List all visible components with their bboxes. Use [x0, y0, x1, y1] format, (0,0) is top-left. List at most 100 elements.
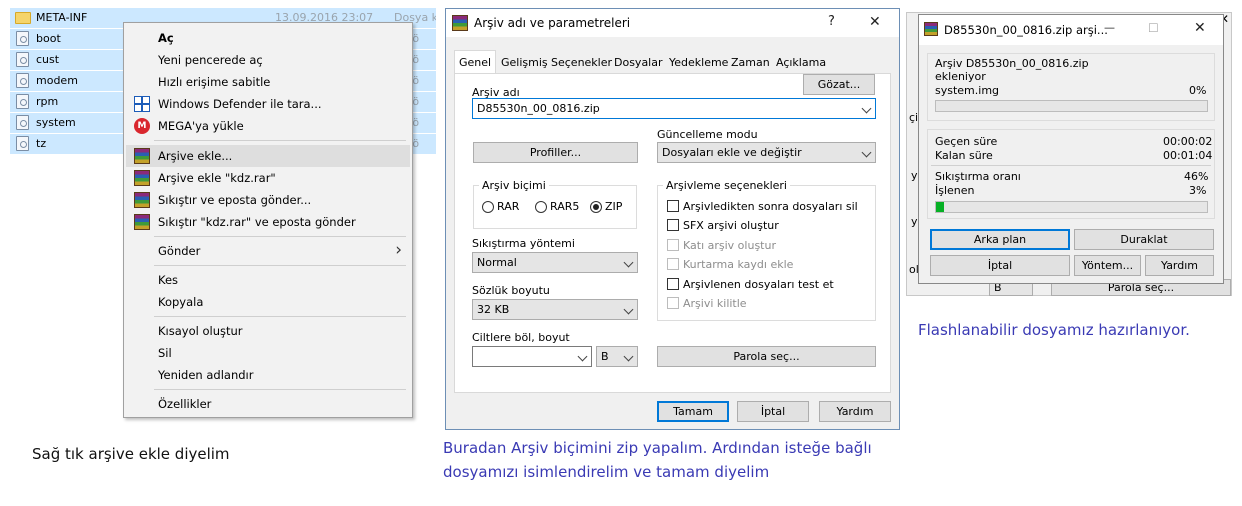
menu-item-label: MEGA'ya yükle: [158, 119, 244, 133]
menu-item-open[interactable]: Aç: [126, 27, 410, 49]
file-name: tz: [36, 137, 47, 150]
menu-item-send-to[interactable]: Gönder ›: [126, 240, 410, 262]
divider: [931, 165, 1211, 166]
menu-item-properties[interactable]: Özellikler: [126, 393, 410, 415]
menu-item-compress-and-email[interactable]: Sıkıştır ve eposta gönder...: [126, 189, 410, 211]
minimize-icon[interactable]: —: [1104, 21, 1115, 34]
option-label: Arşivledikten sonra dosyaları sil: [683, 200, 858, 213]
sfx-checkbox[interactable]: [667, 219, 679, 231]
menu-item-defender-scan[interactable]: Windows Defender ile tara...: [126, 93, 410, 115]
processed-label: İşlenen: [935, 184, 975, 197]
cancel-button[interactable]: İptal: [737, 401, 809, 422]
cancel-button[interactable]: İptal: [930, 255, 1070, 276]
disk-image-icon: [16, 115, 29, 130]
tab-options[interactable]: Seçenekler: [547, 53, 616, 73]
method-label: Sıkıştırma yöntemi: [472, 237, 575, 250]
delete-after-checkbox[interactable]: [667, 200, 679, 212]
chevron-down-icon: [623, 257, 634, 268]
split-size-input[interactable]: [472, 346, 592, 367]
tab-backup[interactable]: Yedekleme: [665, 53, 732, 73]
winrar-icon: [452, 15, 468, 31]
file-name: META-INF: [36, 11, 88, 24]
menu-item-rename[interactable]: Yeniden adlandır: [126, 364, 410, 386]
mode-button[interactable]: Yöntem...: [1074, 255, 1141, 276]
format-rar-label: RAR: [497, 200, 520, 213]
winrar-icon: [134, 170, 150, 186]
background-button[interactable]: Arka plan: [930, 229, 1070, 250]
tab-files[interactable]: Dosyalar: [610, 53, 667, 73]
archive-dialog: Arşiv adı ve parametreleri ? ✕ Genel Gel…: [445, 8, 900, 430]
file-name: rpm: [36, 95, 59, 108]
file-percent: 0%: [1189, 84, 1207, 97]
test-files-checkbox[interactable]: [667, 278, 679, 290]
chevron-down-icon: [861, 103, 872, 114]
menu-item-label: Kısayol oluştur: [158, 324, 243, 338]
profiles-button[interactable]: Profiller...: [473, 142, 638, 163]
recovery-record-checkbox: [667, 258, 679, 270]
close-icon[interactable]: ✕: [869, 14, 881, 30]
disk-image-icon: [16, 136, 29, 151]
pause-button[interactable]: Duraklat: [1074, 229, 1214, 250]
browse-button[interactable]: Gözat...: [803, 74, 875, 95]
tab-time[interactable]: Zaman: [727, 53, 774, 73]
file-name: boot: [36, 32, 61, 45]
menu-item-label: Aç: [158, 31, 174, 45]
disk-image-icon: [16, 52, 29, 67]
archive-name-input[interactable]: D85530n_00_0816.zip: [472, 98, 876, 119]
menu-item-add-to-archive[interactable]: Arşive ekle...: [126, 145, 410, 167]
help-dialog-button[interactable]: Yardım: [819, 401, 891, 422]
elapsed-label: Geçen süre: [935, 135, 998, 148]
maximize-icon[interactable]: ☐: [1148, 21, 1159, 35]
dictionary-label: Sözlük boyutu: [472, 284, 550, 297]
menu-item-pin-quick-access[interactable]: Hızlı erişime sabitle: [126, 71, 410, 93]
format-rar5-radio[interactable]: [535, 201, 547, 213]
menu-item-copy[interactable]: Kopyala: [126, 291, 410, 313]
dictionary-value: 32 KB: [477, 303, 510, 316]
winrar-icon: [924, 22, 938, 36]
menu-item-create-shortcut[interactable]: Kısayol oluştur: [126, 320, 410, 342]
format-rar-radio[interactable]: [482, 201, 494, 213]
close-icon[interactable]: ✕: [1194, 20, 1206, 36]
menu-item-delete[interactable]: Sil: [126, 342, 410, 364]
file-name: system: [36, 116, 76, 129]
set-password-button[interactable]: Parola seç...: [657, 346, 876, 367]
menu-item-mega-upload[interactable]: M MEGA'ya yükle: [126, 115, 410, 137]
menu-item-label: Arşive ekle "kdz.rar": [158, 171, 276, 185]
menu-item-label: Kopyala: [158, 295, 204, 309]
chevron-down-icon: [623, 351, 634, 362]
total-progress-fill: [936, 202, 945, 212]
file-progress-bar: [935, 100, 1208, 112]
tab-comment[interactable]: Açıklama: [772, 53, 830, 73]
menu-item-cut[interactable]: Kes: [126, 269, 410, 291]
split-unit-select[interactable]: B: [596, 346, 638, 367]
menu-item-label: Kes: [158, 273, 179, 287]
caption-right: Flashlanabilir dosyamız hazırlanıyor.: [918, 321, 1190, 339]
tab-general[interactable]: Genel: [454, 50, 497, 74]
help-button[interactable]: Yardım: [1145, 255, 1214, 276]
caption-middle-line1: Buradan Arşiv biçimini zip yapalım. Ardı…: [443, 439, 872, 457]
dictionary-select[interactable]: 32 KB: [472, 299, 638, 320]
file-name: modem: [36, 74, 78, 87]
method-select[interactable]: Normal: [472, 252, 638, 273]
winrar-icon: [134, 148, 150, 164]
dialog-title: Arşiv adı ve parametreleri: [474, 16, 631, 30]
menu-item-add-to-kdz-rar[interactable]: Arşive ekle "kdz.rar": [126, 167, 410, 189]
folder-icon: [15, 12, 31, 24]
file-name: cust: [36, 53, 60, 66]
ratio-value: 46%: [1184, 170, 1209, 183]
menu-separator: [154, 389, 406, 390]
update-mode-select[interactable]: Dosyaları ekle ve değiştir: [657, 142, 876, 163]
method-value: Normal: [477, 256, 517, 269]
dialog-titlebar: D85530n_00_0816.zip arşi... — ☐ ✕: [919, 15, 1223, 45]
tab-advanced[interactable]: Gelişmiş: [497, 53, 552, 73]
ok-button[interactable]: Tamam: [657, 401, 729, 422]
menu-item-label: Sil: [158, 346, 172, 360]
format-zip-radio[interactable]: [590, 201, 602, 213]
menu-item-label: Gönder: [158, 244, 201, 258]
help-button[interactable]: ?: [828, 14, 835, 29]
split-label: Ciltlere böl, boyut: [472, 331, 570, 344]
format-label: Arşiv biçimi: [479, 179, 549, 192]
menu-separator: [154, 236, 406, 237]
menu-item-compress-kdz-and-email[interactable]: Sıkıştır "kdz.rar" ve eposta gönder: [126, 211, 410, 233]
menu-item-open-new-window[interactable]: Yeni pencerede aç: [126, 49, 410, 71]
